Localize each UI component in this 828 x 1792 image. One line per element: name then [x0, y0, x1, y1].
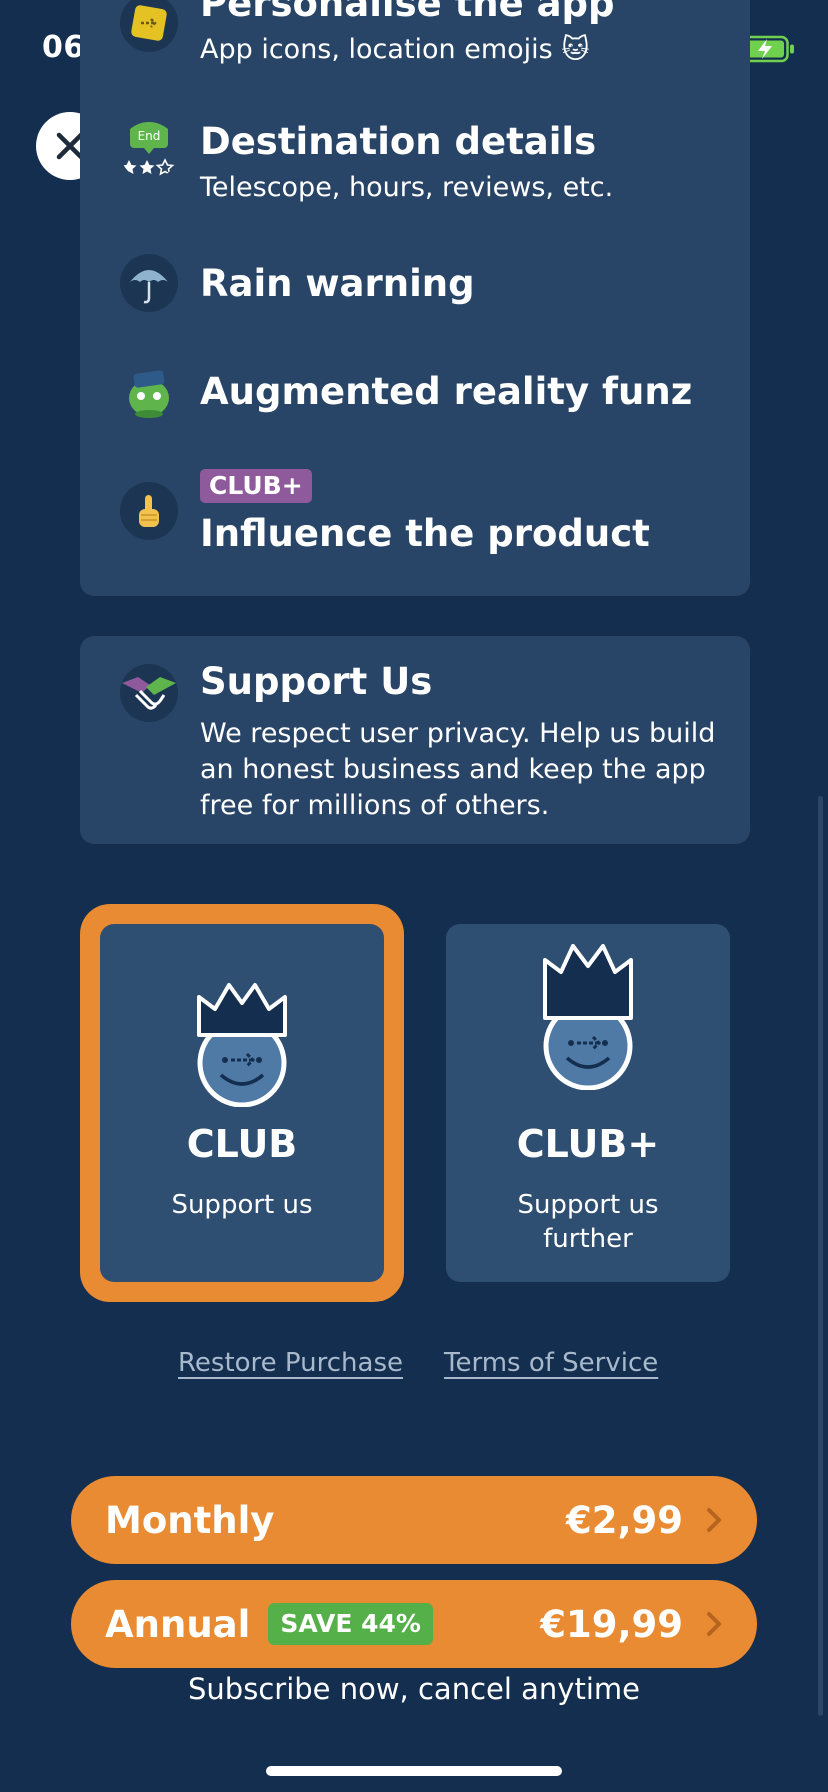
feature-subtitle: App icons, location emojis 🐱 — [200, 34, 590, 65]
plan-name: CLUB — [186, 1122, 298, 1166]
umbrella-icon — [120, 254, 178, 312]
sign-label: End — [138, 129, 161, 143]
price-value: €2,99 — [565, 1498, 683, 1542]
handshake-icon — [120, 664, 178, 722]
feature-title: Influence the product — [200, 512, 650, 555]
club-mascot-icon — [197, 983, 287, 1107]
subscribe-note: Subscribe now, cancel anytime — [188, 1672, 640, 1706]
price-label: Monthly — [105, 1498, 275, 1542]
club-plus-badge: CLUB+ — [200, 469, 312, 503]
plan-description: Support us — [171, 1190, 313, 1220]
feature-subtitle: Telescope, hours, reviews, etc. — [200, 172, 614, 203]
plan-name: CLUB+ — [516, 1122, 660, 1166]
price-value: €19,99 — [540, 1602, 683, 1646]
restore-purchase-link[interactable]: Restore Purchase — [178, 1348, 403, 1378]
feature-title: Augmented reality funz — [200, 370, 693, 413]
scrollbar[interactable] — [818, 796, 823, 1716]
feature-title: Personalise the app — [200, 0, 615, 25]
destination-sign-icon: End — [120, 122, 178, 180]
plan-description: Support us further — [517, 1190, 659, 1254]
plan-club-plus-card[interactable]: CLUB+ Support us further — [446, 924, 730, 1282]
price-label: Annual — [105, 1602, 251, 1646]
monthly-subscribe-button[interactable]: Monthly €2,99 — [71, 1476, 757, 1564]
home-indicator[interactable] — [266, 1766, 562, 1776]
save-badge: SAVE 44% — [268, 1603, 433, 1645]
support-title: Support Us — [200, 660, 433, 703]
pointing-finger-icon — [120, 482, 178, 540]
chevron-right-icon — [707, 1508, 722, 1532]
terms-of-service-link[interactable]: Terms of Service — [444, 1348, 658, 1378]
plan-club-card[interactable]: CLUB Support us — [100, 924, 384, 1282]
support-body: We respect user privacy. Help us build a… — [200, 718, 716, 821]
feature-title: Destination details — [200, 120, 597, 163]
chevron-right-icon — [707, 1612, 722, 1636]
club-plus-mascot-icon — [543, 944, 633, 1090]
ar-robot-icon — [120, 362, 178, 420]
annual-subscribe-button[interactable]: Annual SAVE 44% €19,99 — [71, 1580, 757, 1668]
feature-title: Rain warning — [200, 262, 475, 305]
